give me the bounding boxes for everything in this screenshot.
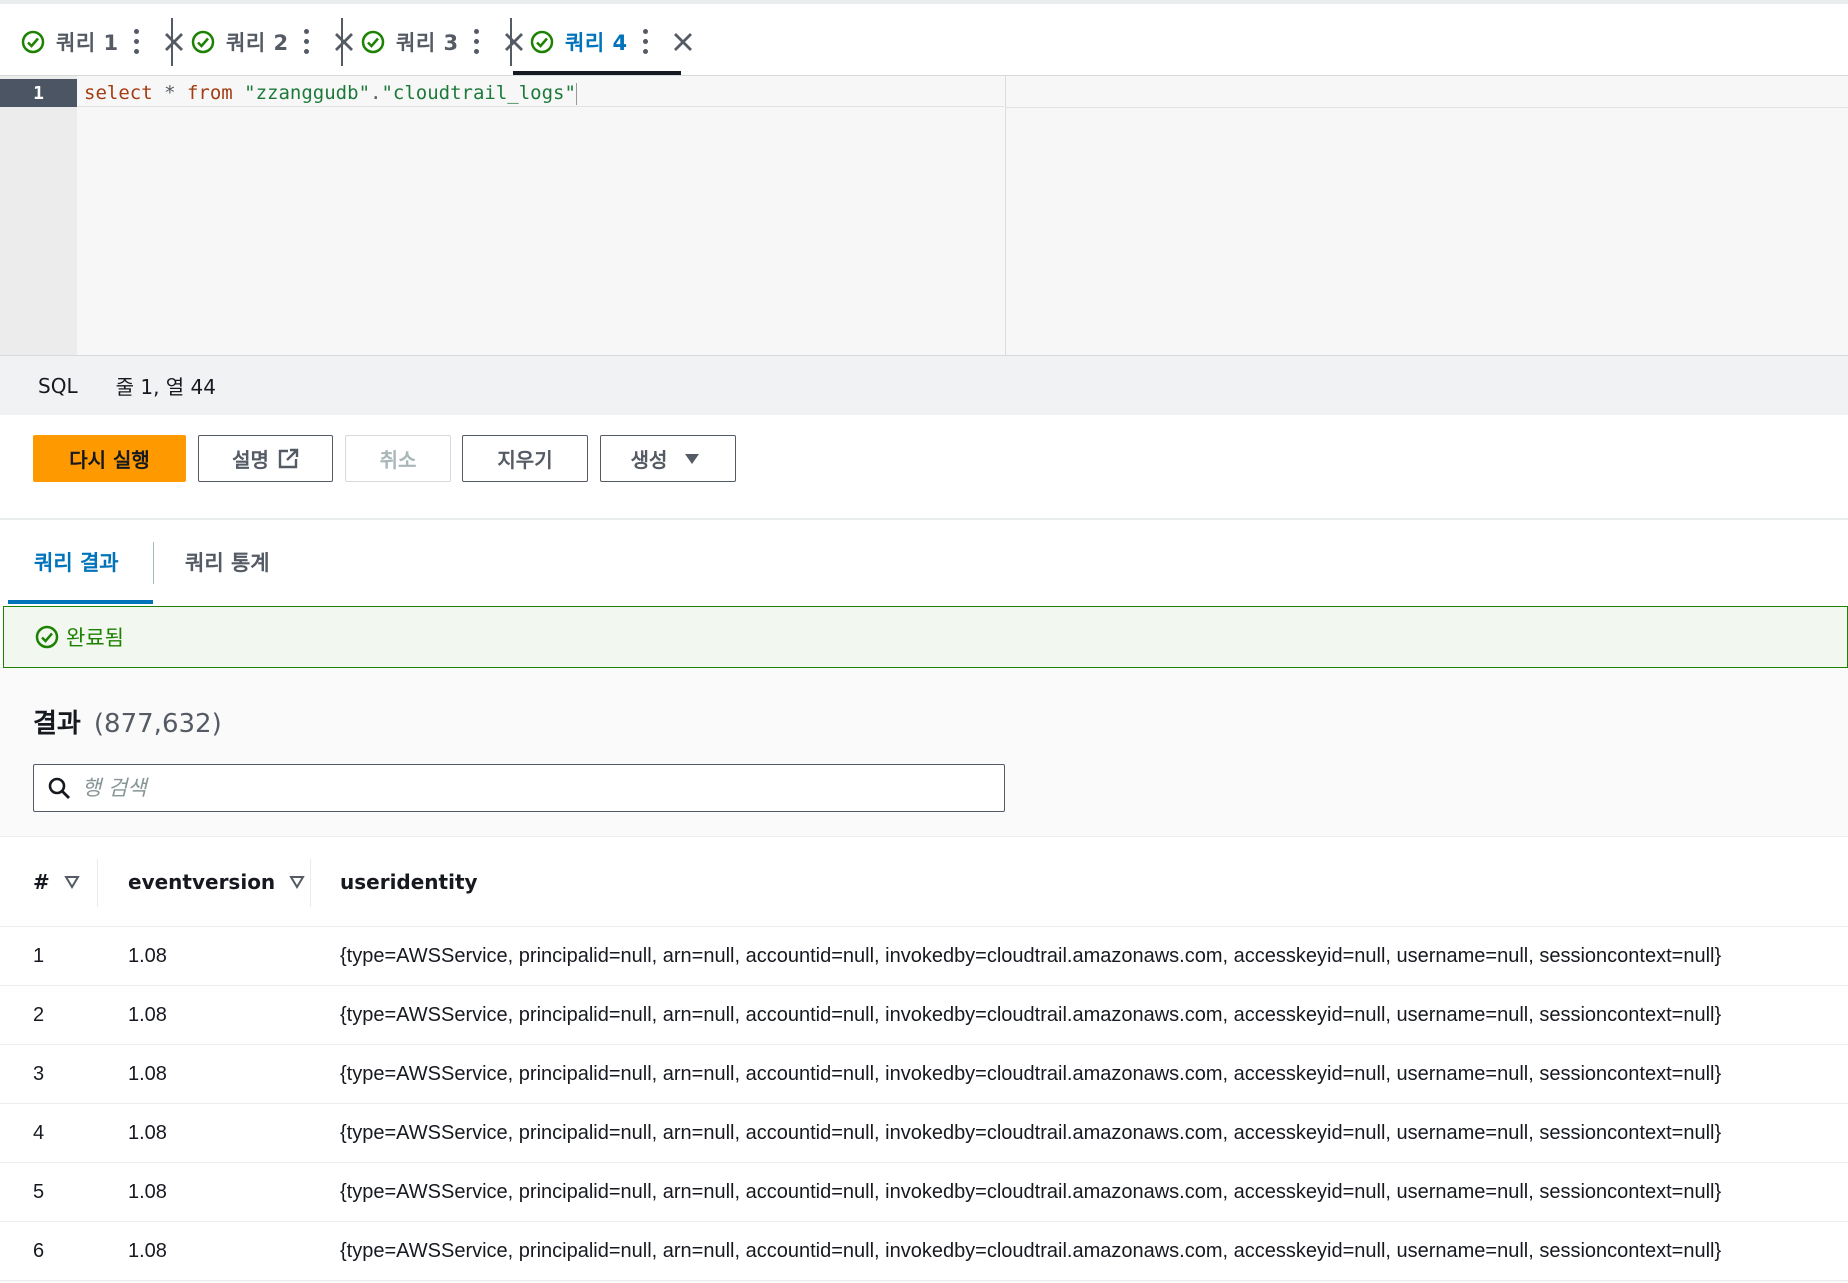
table-row: 1 1.08 {type=AWSService, principalid=nul…: [0, 927, 1848, 986]
cell-eventversion: 1.08: [128, 1063, 167, 1085]
code-string: "cloudtrail_logs": [381, 82, 576, 104]
cancel-label: 취소: [379, 448, 417, 472]
tab-label: 쿼리 1: [56, 30, 119, 55]
column-label: eventversion: [128, 870, 276, 894]
explain-label: 설명: [232, 448, 269, 472]
cancel-button[interactable]: 취소: [345, 435, 451, 482]
clear-button[interactable]: 지우기: [462, 435, 588, 482]
code-line[interactable]: select * from "zzanggudb"."cloudtrail_lo…: [77, 79, 1004, 107]
code-string: "zzanggudb": [232, 82, 371, 104]
language-indicator: SQL: [38, 373, 78, 398]
cell-index: 1: [33, 945, 45, 967]
table-row: 4 1.08 {type=AWSService, principalid=nul…: [0, 1104, 1848, 1163]
editor-status-bar: SQL 줄 1, 열 44: [0, 355, 1848, 415]
external-link-icon: [278, 448, 299, 468]
close-icon[interactable]: [668, 27, 698, 57]
explain-button[interactable]: 설명: [198, 435, 333, 482]
column-divider: [97, 859, 98, 907]
cell-useridentity: {type=AWSService, principalid=null, arn=…: [340, 945, 1722, 967]
editor-print-margin: [1005, 76, 1006, 356]
tab-query-4[interactable]: 쿼리 4: [509, 8, 698, 75]
code-operator: .: [370, 82, 382, 104]
status-text: 완료됨: [66, 626, 124, 650]
search-icon: [48, 777, 70, 799]
results-heading: 결과 (877,632): [33, 703, 222, 740]
cursor-position: 줄 1, 열 44: [115, 375, 216, 399]
table-row: 3 1.08 {type=AWSService, principalid=nul…: [0, 1045, 1848, 1104]
results-table: # eventversion useridentity 1 1.08 {type…: [0, 836, 1848, 1281]
tab-query-1[interactable]: 쿼리 1: [0, 8, 189, 75]
result-tabs: 쿼리 결과 쿼리 통계: [0, 520, 1848, 605]
cell-index: 3: [33, 1063, 45, 1085]
code-keyword: select: [84, 82, 153, 104]
code-keyword: from: [186, 82, 233, 104]
kebab-menu-icon[interactable]: [133, 29, 141, 54]
cell-useridentity: {type=AWSService, principalid=null, arn=…: [340, 1063, 1722, 1085]
column-label: useridentity: [340, 870, 478, 894]
code-operator: *: [152, 82, 187, 104]
sort-down-icon[interactable]: [63, 875, 80, 889]
kebab-menu-icon[interactable]: [303, 29, 311, 54]
column-divider: [310, 859, 311, 907]
tab-query-stats[interactable]: 쿼리 통계: [185, 547, 270, 577]
kebab-menu-icon[interactable]: [473, 29, 481, 54]
row-search[interactable]: [33, 764, 1005, 812]
tab-query-2[interactable]: 쿼리 2: [170, 8, 359, 75]
caret-down-icon: [685, 453, 700, 464]
table-row: 6 1.08 {type=AWSService, principalid=nul…: [0, 1222, 1848, 1281]
editor-gutter: [0, 76, 77, 356]
text-cursor: [575, 82, 577, 105]
active-line-highlight: [1005, 107, 1848, 108]
run-again-button[interactable]: 다시 실행: [33, 435, 186, 482]
check-circle-icon: [21, 30, 45, 53]
create-dropdown-button[interactable]: 생성: [600, 435, 736, 482]
table-row: 5 1.08 {type=AWSService, principalid=nul…: [0, 1163, 1848, 1222]
cell-eventversion: 1.08: [128, 945, 167, 967]
clear-label: 지우기: [497, 448, 553, 472]
tab-query-results[interactable]: 쿼리 결과: [34, 547, 119, 577]
result-tab-divider: [153, 542, 154, 584]
results-panel: 결과 (877,632) # eventversion useridentity…: [0, 668, 1848, 1283]
query-tab-bar: 쿼리 1 쿼리 2 쿼리 3 쿼리 4: [0, 0, 1848, 75]
status-banner: 완료됨: [3, 606, 1848, 668]
query-actions: 다시 실행 설명 취소 지우기 생성: [0, 415, 1848, 520]
cell-useridentity: {type=AWSService, principalid=null, arn=…: [340, 1122, 1722, 1144]
results-count: (877,632): [93, 709, 222, 739]
cell-useridentity: {type=AWSService, principalid=null, arn=…: [340, 1181, 1722, 1203]
results-title: 결과: [33, 709, 81, 739]
line-number: 1: [0, 79, 77, 107]
cell-useridentity: {type=AWSService, principalid=null, arn=…: [340, 1240, 1722, 1262]
create-label: 생성: [630, 448, 668, 472]
tab-label: 쿼리 2: [226, 30, 289, 55]
run-again-label: 다시 실행: [69, 448, 150, 472]
sql-editor[interactable]: 1 select * from "zzanggudb"."cloudtrail_…: [0, 75, 1848, 356]
check-circle-icon: [191, 30, 215, 53]
check-circle-icon: [361, 30, 385, 53]
cell-index: 4: [33, 1122, 45, 1144]
cell-eventversion: 1.08: [128, 1181, 167, 1203]
column-header-index[interactable]: #: [33, 837, 80, 927]
table-header: # eventversion useridentity: [0, 837, 1848, 927]
tab-label: 쿼리 4: [565, 30, 628, 55]
tab-query-3[interactable]: 쿼리 3: [340, 8, 529, 75]
cell-eventversion: 1.08: [128, 1240, 167, 1262]
cell-eventversion: 1.08: [128, 1004, 167, 1026]
table-row: 2 1.08 {type=AWSService, principalid=nul…: [0, 986, 1848, 1045]
sort-down-icon[interactable]: [289, 875, 305, 889]
cell-index: 6: [33, 1240, 45, 1262]
cell-eventversion: 1.08: [128, 1122, 167, 1144]
column-label: #: [33, 870, 50, 894]
column-header-useridentity[interactable]: useridentity: [340, 837, 478, 927]
kebab-menu-icon[interactable]: [642, 29, 650, 54]
active-result-tab-indicator: [8, 600, 153, 604]
cell-useridentity: {type=AWSService, principalid=null, arn=…: [340, 1004, 1722, 1026]
tab-label: 쿼리 3: [396, 30, 459, 55]
cell-index: 5: [33, 1181, 45, 1203]
check-circle-icon: [530, 30, 554, 53]
search-input[interactable]: [82, 776, 982, 800]
cell-index: 2: [33, 1004, 45, 1026]
column-header-eventversion[interactable]: eventversion: [128, 837, 305, 927]
check-circle-icon: [35, 625, 59, 649]
